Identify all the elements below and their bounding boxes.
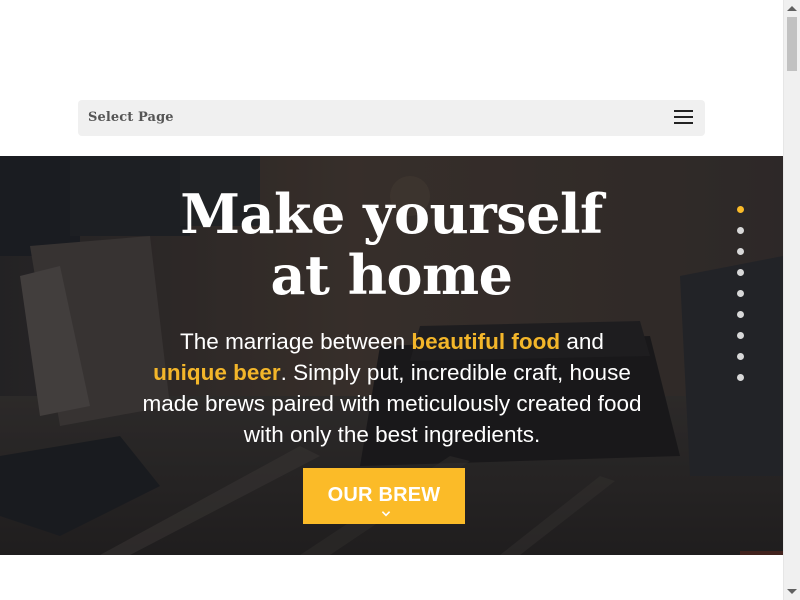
hamburger-icon[interactable] — [674, 110, 693, 125]
page: Select Page Make yourself at home The ma… — [0, 0, 800, 600]
slider-dot-1[interactable] — [737, 206, 744, 213]
slider-dot-8[interactable] — [737, 353, 744, 360]
mobile-menu-bar[interactable]: Select Page — [78, 100, 705, 136]
scrollbar-thumb[interactable] — [787, 17, 797, 71]
hero-title-line-2: at home — [270, 243, 513, 307]
our-brew-button[interactable]: OUR BREW — [303, 468, 465, 524]
hero-text-part-1: The marriage between — [180, 329, 412, 354]
our-brew-button-label: OUR BREW — [327, 484, 441, 506]
slider-dot-7[interactable] — [737, 332, 744, 339]
hero-title-line-1: Make yourself — [180, 182, 603, 246]
hero-highlight-unique-beer: unique beer — [153, 360, 281, 385]
scroll-down-arrow-icon[interactable] — [787, 589, 797, 594]
slider-dot-5[interactable] — [737, 290, 744, 297]
page-content: Select Page Make yourself at home The ma… — [0, 0, 783, 600]
hero-section: Make yourself at home The marriage betwe… — [0, 156, 783, 555]
slider-dot-9[interactable] — [737, 374, 744, 381]
scroll-up-arrow-icon[interactable] — [787, 6, 797, 11]
select-page-label: Select Page — [88, 110, 174, 125]
slider-dot-4[interactable] — [737, 269, 744, 276]
slider-dot-2[interactable] — [737, 227, 744, 234]
vertical-scrollbar[interactable] — [783, 0, 800, 600]
chevron-down-icon — [381, 511, 391, 517]
hero-highlight-beautiful-food: beautiful food — [411, 329, 561, 354]
slider-dot-6[interactable] — [737, 311, 744, 318]
hero-title: Make yourself at home — [100, 184, 683, 306]
hero-text-part-2: and — [560, 329, 604, 354]
slider-dot-3[interactable] — [737, 248, 744, 255]
hero-description: The marriage between beautiful food and … — [142, 326, 642, 450]
